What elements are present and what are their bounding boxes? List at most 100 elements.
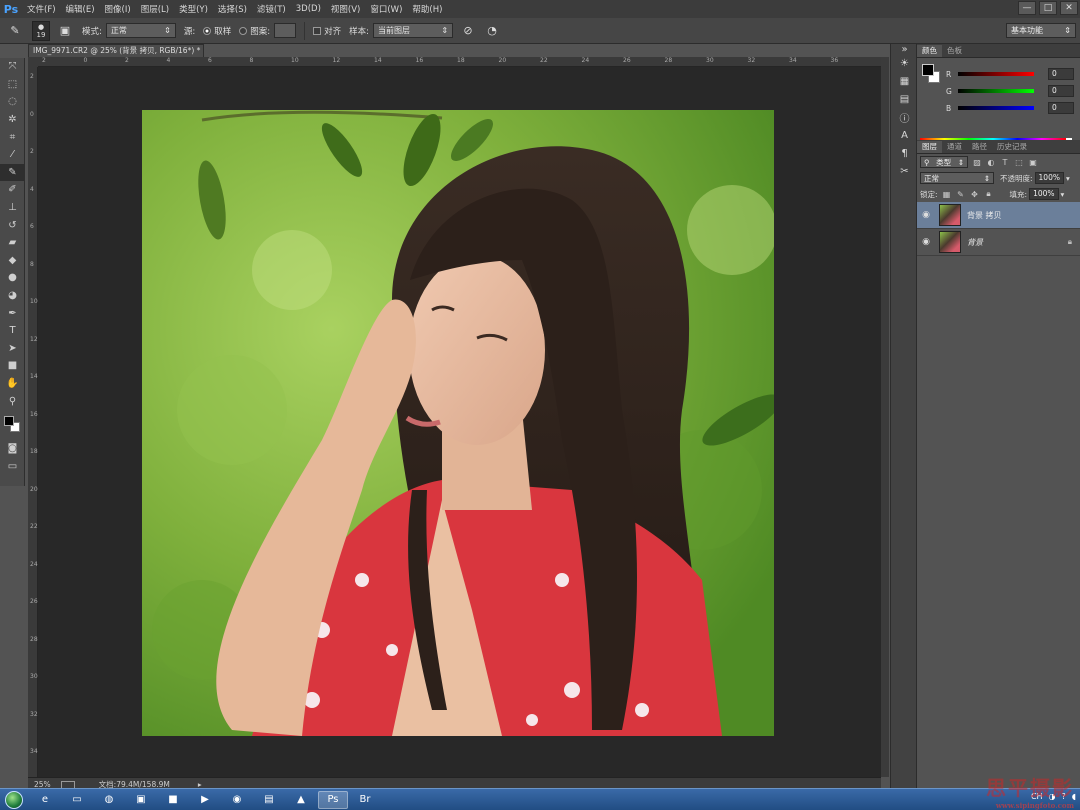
- brush-tool-icon[interactable]: ✐: [0, 181, 25, 199]
- layer-row[interactable]: ◉ 背景 🔒︎: [917, 229, 1080, 256]
- fill-dropdown-icon[interactable]: ▾: [1061, 190, 1065, 199]
- layer-row[interactable]: ◉ 背景 拷贝: [917, 202, 1080, 229]
- ie-taskbar-icon[interactable]: e: [30, 791, 60, 809]
- ignore-adjustment-layers-icon[interactable]: ⊘: [459, 22, 477, 40]
- healing-brush-tool-icon[interactable]: ✎: [6, 22, 24, 40]
- horizontal-ruler[interactable]: 2 0 2 4 6 8 10 12 14 16 18 20 22 24 26 28 30 32 34 36: [38, 57, 881, 67]
- healing-brush-tool-icon[interactable]: ✎: [0, 163, 25, 182]
- filter-smart-object-icon[interactable]: ▣: [1028, 157, 1038, 167]
- workspace-select[interactable]: 基本功能 ⇕: [1006, 23, 1076, 38]
- pen-tool-icon[interactable]: ✒: [0, 304, 25, 322]
- screen-mode-icon[interactable]: ▭: [0, 457, 25, 475]
- menu-layer[interactable]: 图层(L): [136, 3, 174, 15]
- opacity-input[interactable]: 100%: [1034, 172, 1064, 184]
- green-slider[interactable]: G 0: [946, 85, 1076, 97]
- photoshop-taskbar-icon[interactable]: Ps: [318, 790, 348, 809]
- quick-mask-icon[interactable]: ◙: [0, 440, 25, 458]
- browser-taskbar-icon[interactable]: ◍: [94, 791, 124, 809]
- filter-pixel-icon[interactable]: ▨: [972, 157, 982, 167]
- app-taskbar-icon[interactable]: ▲: [286, 791, 316, 809]
- source-sampled-radio[interactable]: [203, 26, 212, 35]
- pattern-picker[interactable]: [274, 23, 297, 38]
- blend-mode-select[interactable]: 正常 ⇕: [920, 172, 994, 184]
- dodge-tool-icon[interactable]: ◕: [0, 287, 25, 305]
- clone-stamp-tool-icon[interactable]: ⊥: [0, 199, 25, 217]
- filter-shape-icon[interactable]: ⬚: [1014, 157, 1024, 167]
- lasso-tool-icon[interactable]: ◌: [0, 93, 25, 111]
- foreground-color-swatch[interactable]: [4, 415, 14, 426]
- blue-slider[interactable]: B 0: [946, 102, 1076, 114]
- crop-tool-icon[interactable]: ⌗: [0, 128, 25, 146]
- canvas-area[interactable]: [38, 67, 881, 777]
- info-panel-icon[interactable]: ⓘ: [891, 108, 918, 126]
- menu-file[interactable]: 文件(F): [22, 3, 61, 15]
- tab-paths[interactable]: 路径: [967, 141, 992, 153]
- filter-type-icon[interactable]: T: [1000, 157, 1010, 167]
- slider-track[interactable]: [958, 89, 1034, 93]
- menu-image[interactable]: 图像(I): [100, 3, 136, 15]
- clone-source-panel-icon[interactable]: ▣: [56, 22, 74, 40]
- character-panel-icon[interactable]: A: [891, 126, 918, 144]
- close-button[interactable]: ✕: [1060, 1, 1078, 15]
- chrome-taskbar-icon[interactable]: ◉: [222, 791, 252, 809]
- properties-panel-icon[interactable]: ▤: [891, 90, 918, 108]
- rectangle-tool-icon[interactable]: ■: [0, 357, 25, 375]
- start-button[interactable]: [0, 789, 28, 810]
- source-pattern-radio[interactable]: [239, 26, 248, 35]
- layer-name[interactable]: 背景: [967, 237, 983, 248]
- lock-pixels-icon[interactable]: ✎: [956, 189, 966, 199]
- adjustments-panel-icon[interactable]: ▦: [891, 72, 918, 90]
- blue-value[interactable]: 0: [1048, 102, 1074, 114]
- photo-canvas[interactable]: [142, 110, 774, 736]
- type-tool-icon[interactable]: T: [0, 322, 25, 340]
- menu-edit[interactable]: 编辑(E): [61, 3, 100, 15]
- paint-bucket-tool-icon[interactable]: ◆: [0, 252, 25, 270]
- marquee-tool-icon[interactable]: ⬚: [0, 76, 25, 94]
- tab-channels[interactable]: 通道: [942, 141, 967, 153]
- ruler-origin[interactable]: [28, 57, 38, 67]
- filter-adjustment-icon[interactable]: ◐: [986, 157, 996, 167]
- hand-tool-icon[interactable]: ✋: [0, 375, 25, 393]
- explorer-taskbar-icon[interactable]: ▭: [62, 791, 92, 809]
- sample-select[interactable]: 当前图层 ⇕: [373, 23, 454, 38]
- tab-color[interactable]: 颜色: [917, 45, 942, 57]
- magic-wand-tool-icon[interactable]: ✲: [0, 111, 25, 129]
- menu-select[interactable]: 选择(S): [213, 3, 252, 15]
- menu-type[interactable]: 类型(Y): [174, 3, 213, 15]
- zoom-tool-icon[interactable]: ⚲: [0, 392, 25, 410]
- minimize-button[interactable]: —: [1018, 1, 1036, 15]
- mode-select[interactable]: 正常 ⇕: [105, 23, 176, 38]
- menu-help[interactable]: 帮助(H): [407, 3, 447, 15]
- slider-track[interactable]: [958, 72, 1034, 76]
- visibility-eye-icon[interactable]: ◉: [917, 210, 935, 220]
- lock-position-icon[interactable]: ✥: [970, 189, 980, 199]
- red-value[interactable]: 0: [1048, 68, 1074, 80]
- filter-kind-select[interactable]: ⚲ 类型 ⇕: [920, 156, 968, 168]
- opacity-dropdown-icon[interactable]: ▾: [1066, 174, 1070, 183]
- slider-track[interactable]: [958, 106, 1034, 110]
- maximize-button[interactable]: □: [1039, 1, 1057, 15]
- green-value[interactable]: 0: [1048, 85, 1074, 97]
- brush-preset-picker[interactable]: ● 19: [32, 20, 50, 41]
- app-taskbar-icon[interactable]: ▤: [254, 791, 284, 809]
- tab-history[interactable]: 历史记录: [992, 141, 1032, 153]
- document-tab[interactable]: IMG_9971.CR2 @ 25% (背景 拷贝, RGB/16*) *: [28, 44, 204, 57]
- app-taskbar-icon[interactable]: ▣: [126, 791, 156, 809]
- pressure-size-icon[interactable]: ◔: [483, 22, 501, 40]
- lock-all-icon[interactable]: 🔒︎: [984, 189, 994, 199]
- foreground-color-swatch[interactable]: [922, 64, 934, 76]
- menu-filter[interactable]: 滤镜(T): [252, 3, 291, 15]
- vertical-ruler[interactable]: 2 0 2 4 6 8 10 12 14 16 18 20 22 24 26 28 30 32 34: [28, 67, 38, 777]
- history-brush-tool-icon[interactable]: ↺: [0, 216, 25, 234]
- tool-presets-panel-icon[interactable]: ✂: [891, 162, 918, 180]
- paragraph-panel-icon[interactable]: ¶: [891, 144, 918, 162]
- red-slider[interactable]: R 0: [946, 68, 1076, 80]
- path-selection-tool-icon[interactable]: ➤: [0, 340, 25, 358]
- collapse-panels-icon[interactable]: »: [891, 44, 918, 55]
- vertical-scrollbar[interactable]: [881, 57, 889, 777]
- history-panel-icon[interactable]: ☀: [891, 54, 918, 72]
- move-tool-icon[interactable]: ⤧: [0, 58, 25, 76]
- fill-input[interactable]: 100%: [1029, 188, 1059, 200]
- tab-swatches[interactable]: 色板: [942, 45, 967, 57]
- lock-transparency-icon[interactable]: ▦: [942, 189, 952, 199]
